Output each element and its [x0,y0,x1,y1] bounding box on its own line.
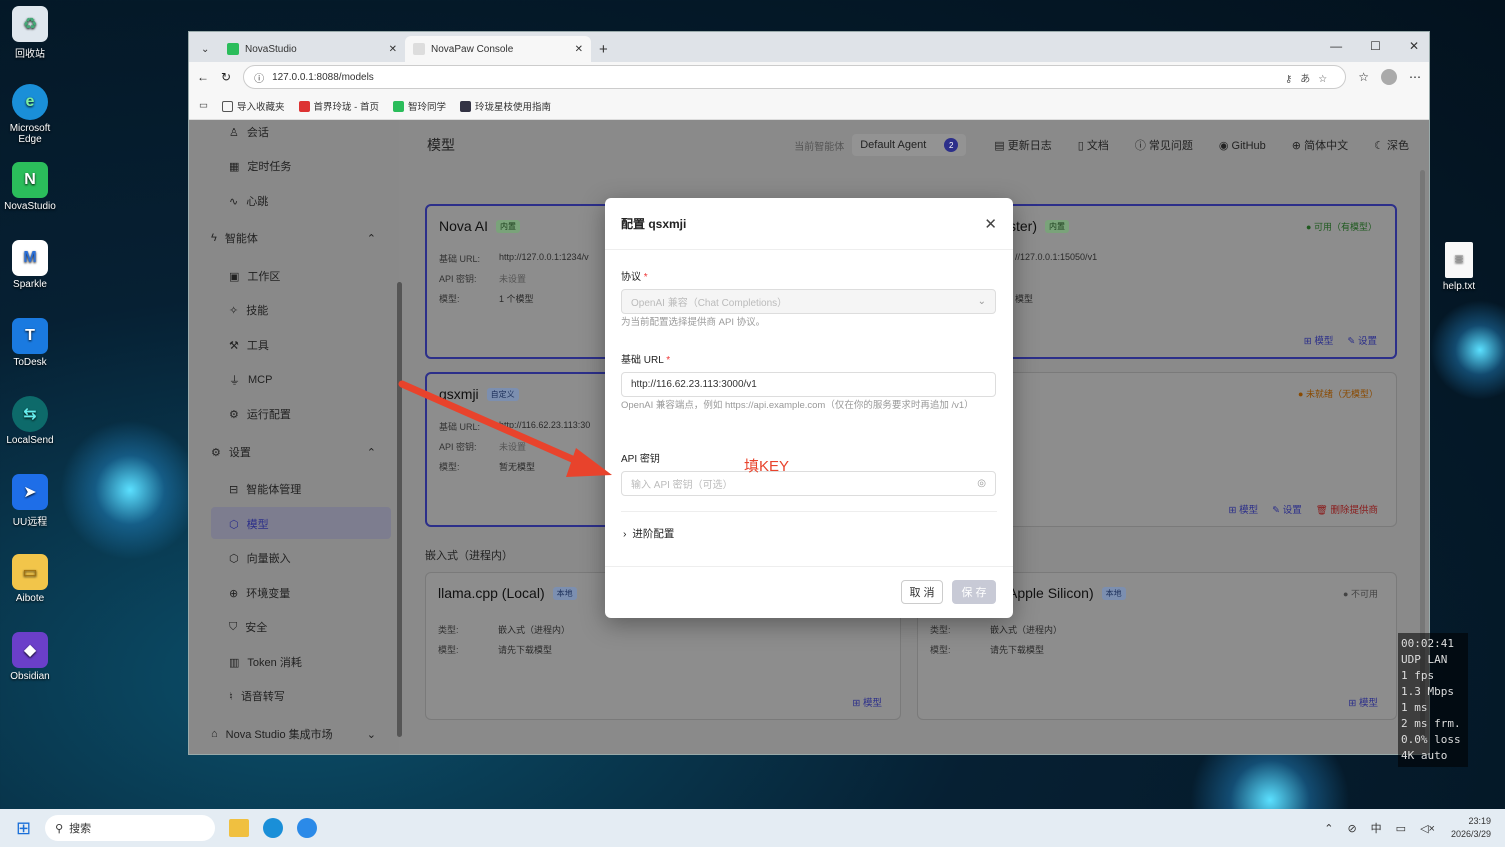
network-off-icon[interactable]: ⊘ [1347,822,1356,835]
system-tray: ⌃ ⊘ 中 ▭ ◁× [1324,820,1435,836]
edge-taskbar-icon[interactable] [263,818,284,838]
taskbar: ⊞ ⚲ 搜索 ⌃ ⊘ 中 ▭ ◁× 23:19 2026/3/29 [0,809,1505,847]
speaker-mute-icon[interactable]: ◁× [1420,822,1435,835]
ime-indicator[interactable]: 中 [1371,820,1382,836]
file-explorer-icon[interactable] [229,819,250,837]
todesk-taskbar-icon[interactable] [297,818,318,838]
display-icon[interactable]: ▭ [1396,822,1406,835]
taskbar-search[interactable]: ⚲ 搜索 [45,815,216,841]
search-icon: ⚲ [55,822,64,835]
clock[interactable]: 23:19 2026/3/29 [1451,815,1491,841]
annotation-arrow [398,380,612,477]
chevron-up-icon[interactable]: ⌃ [1324,822,1333,835]
annotation-text: 填KEY [744,458,790,475]
start-windows-icon[interactable]: ⊞ [16,818,31,839]
stream-stats-overlay: 00:02:41 UDP LAN 1 fps 1.3 Mbps 1 ms 2 ms frm… [1398,633,1468,767]
